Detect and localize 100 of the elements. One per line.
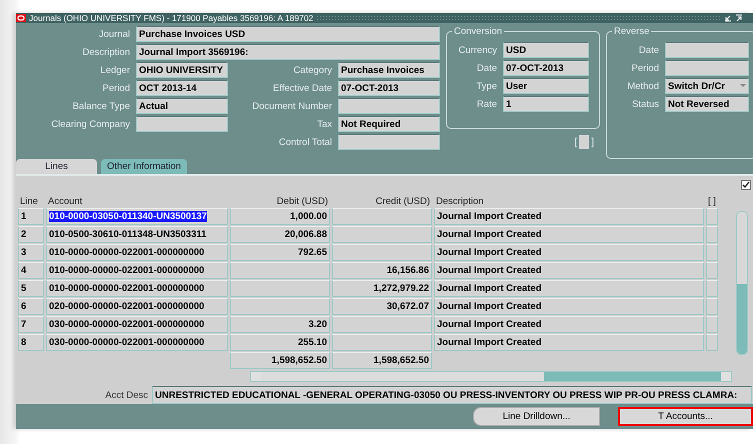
input-field[interactable] (338, 98, 440, 114)
input-field[interactable]: 07-OCT-2013 (338, 80, 440, 96)
field-label: Period (102, 82, 130, 94)
debit-cell[interactable]: 255.10 (230, 334, 330, 352)
field-label: Rate (476, 98, 497, 110)
input-field[interactable] (136, 116, 228, 132)
account-cell[interactable]: 010-0000-00000-022001-000000000 (46, 262, 228, 280)
flexfield-cell[interactable] (706, 244, 718, 262)
input-field[interactable] (338, 134, 440, 150)
minimize-icon[interactable] (724, 14, 732, 22)
field-label: Journal (98, 28, 130, 40)
debit-cell[interactable] (230, 280, 330, 298)
credit-cell[interactable]: 1,272,979.22 (332, 280, 432, 298)
flexfield-cell[interactable] (706, 226, 718, 244)
line-number-cell[interactable]: 3 (18, 244, 44, 262)
description-cell[interactable]: Journal Import Created (434, 262, 704, 280)
account-cell[interactable]: 010-0500-30610-011348-UN3503311 (46, 226, 228, 244)
description-field[interactable]: Journal Import 3569196: (136, 44, 440, 60)
window-title: Journals (OHIO UNIVERSITY FMS) - 171900 Payables 3569196: A 189702 (29, 13, 314, 24)
field-label: Balance Type (72, 100, 130, 112)
tab[interactable]: Lines (16, 159, 97, 174)
credit-cell[interactable]: 16,156.86 (332, 262, 432, 280)
group-title: Conversion (452, 26, 504, 38)
input-field[interactable]: Not Required (338, 116, 440, 132)
vertical-scrollbar[interactable] (736, 211, 748, 356)
flexfield-cell[interactable] (706, 316, 718, 334)
description-cell[interactable]: Journal Import Created (434, 316, 704, 334)
bracket-text: ] (591, 136, 594, 148)
input-field[interactable]: OHIO UNIVERSITY (136, 62, 228, 78)
credit-cell[interactable] (332, 316, 432, 334)
column-header: Description (435, 196, 485, 208)
input-field[interactable]: Not Reversed (665, 96, 749, 112)
field-label: Category (292, 64, 332, 76)
dropdown-field[interactable]: Switch Dr/Cr (665, 78, 749, 94)
credit-cell[interactable] (332, 208, 432, 226)
flexfield-cell[interactable] (706, 298, 718, 316)
debit-cell[interactable]: 1,000.00 (230, 208, 330, 226)
flexfield-cell[interactable] (706, 280, 718, 298)
debit-cell[interactable] (230, 298, 330, 316)
flexfield-box[interactable] (579, 135, 590, 150)
journal-field[interactable]: Purchase Invoices USD (136, 26, 440, 42)
debit-cell[interactable]: 20,006.88 (230, 226, 330, 244)
field-label: Acct Desc (104, 390, 148, 401)
input-field[interactable]: 1 (503, 96, 589, 112)
account-cell[interactable]: 010-0000-00000-022001-000000000 (46, 280, 228, 298)
credit-cell[interactable] (332, 244, 432, 262)
action-button[interactable]: Line Drilldown... (473, 407, 600, 426)
line-number-cell[interactable]: 4 (18, 262, 44, 280)
description-cell[interactable]: Journal Import Created (434, 226, 704, 244)
tab[interactable]: Other Information (101, 159, 187, 174)
column-header: [ ] (707, 196, 717, 208)
description-cell[interactable]: Journal Import Created (434, 244, 704, 262)
description-cell[interactable]: Journal Import Created (434, 280, 704, 298)
credit-cell[interactable]: 30,672.07 (332, 298, 432, 316)
column-header: Account (47, 196, 84, 208)
input-field[interactable]: OCT 2013-14 (136, 80, 228, 96)
input-field[interactable]: Purchase Invoices (338, 62, 440, 78)
input-field[interactable]: Actual (136, 98, 228, 114)
line-number-cell[interactable]: 7 (18, 316, 44, 334)
field-label: Currency (457, 44, 497, 56)
account-cell[interactable]: 010-0000-03050-011340-UN3500137 (46, 208, 228, 226)
account-cell[interactable]: 020-0000-00000-022001-000000000 (46, 298, 228, 316)
line-number-cell[interactable]: 1 (18, 208, 44, 226)
account-description-field[interactable]: UNRESTRICTED EDUCATIONAL -GENERAL OPERATING-03050 OU PRESS-INVENTORY OU PRESS WIP PR-OU PRESS CLAMRA: (152, 386, 752, 404)
credit-cell[interactable] (332, 226, 432, 244)
debit-cell[interactable]: 792.65 (230, 244, 330, 262)
flexfield-cell[interactable] (706, 208, 718, 226)
field-label: Tax (316, 118, 332, 130)
flexfield-cell[interactable] (706, 262, 718, 280)
app-logo-icon (16, 14, 26, 22)
input-field[interactable] (665, 60, 749, 76)
debit-cell[interactable] (230, 262, 330, 280)
credit-cell[interactable] (332, 334, 432, 352)
maximize-icon[interactable] (735, 14, 743, 22)
action-button[interactable]: T Accounts... (618, 407, 753, 426)
line-number-cell[interactable]: 8 (18, 334, 44, 352)
caret-icon (740, 84, 746, 88)
input-field[interactable]: USD (503, 42, 589, 58)
input-field[interactable]: User (503, 78, 589, 94)
field-label: Document Number (251, 100, 332, 112)
debit-cell[interactable]: 3.20 (230, 316, 330, 334)
field-label: Method (626, 80, 659, 92)
account-cell[interactable]: 010-0000-00000-022001-000000000 (46, 244, 228, 262)
account-cell[interactable]: 030-0000-00000-022001-000000000 (46, 334, 228, 352)
input-field[interactable]: 07-OCT-2013 (503, 60, 589, 76)
checkbox[interactable] (741, 180, 751, 190)
line-number-cell[interactable]: 5 (18, 280, 44, 298)
line-number-cell[interactable]: 2 (18, 226, 44, 244)
input-field[interactable] (665, 42, 749, 58)
description-cell[interactable]: Journal Import Created (434, 334, 704, 352)
description-cell[interactable]: Journal Import Created (434, 208, 704, 226)
field-label: Date (638, 44, 659, 56)
field-label: Type (475, 80, 497, 92)
group-title: Reverse (612, 26, 652, 38)
account-cell[interactable]: 030-0000-00000-022001-000000000 (46, 316, 228, 334)
line-number-cell[interactable]: 6 (18, 298, 44, 316)
column-header: Credit (USD) (374, 196, 431, 208)
description-cell[interactable]: Journal Import Created (434, 298, 704, 316)
horizontal-scrollbar[interactable] (250, 371, 732, 382)
flexfield-cell[interactable] (706, 334, 718, 352)
